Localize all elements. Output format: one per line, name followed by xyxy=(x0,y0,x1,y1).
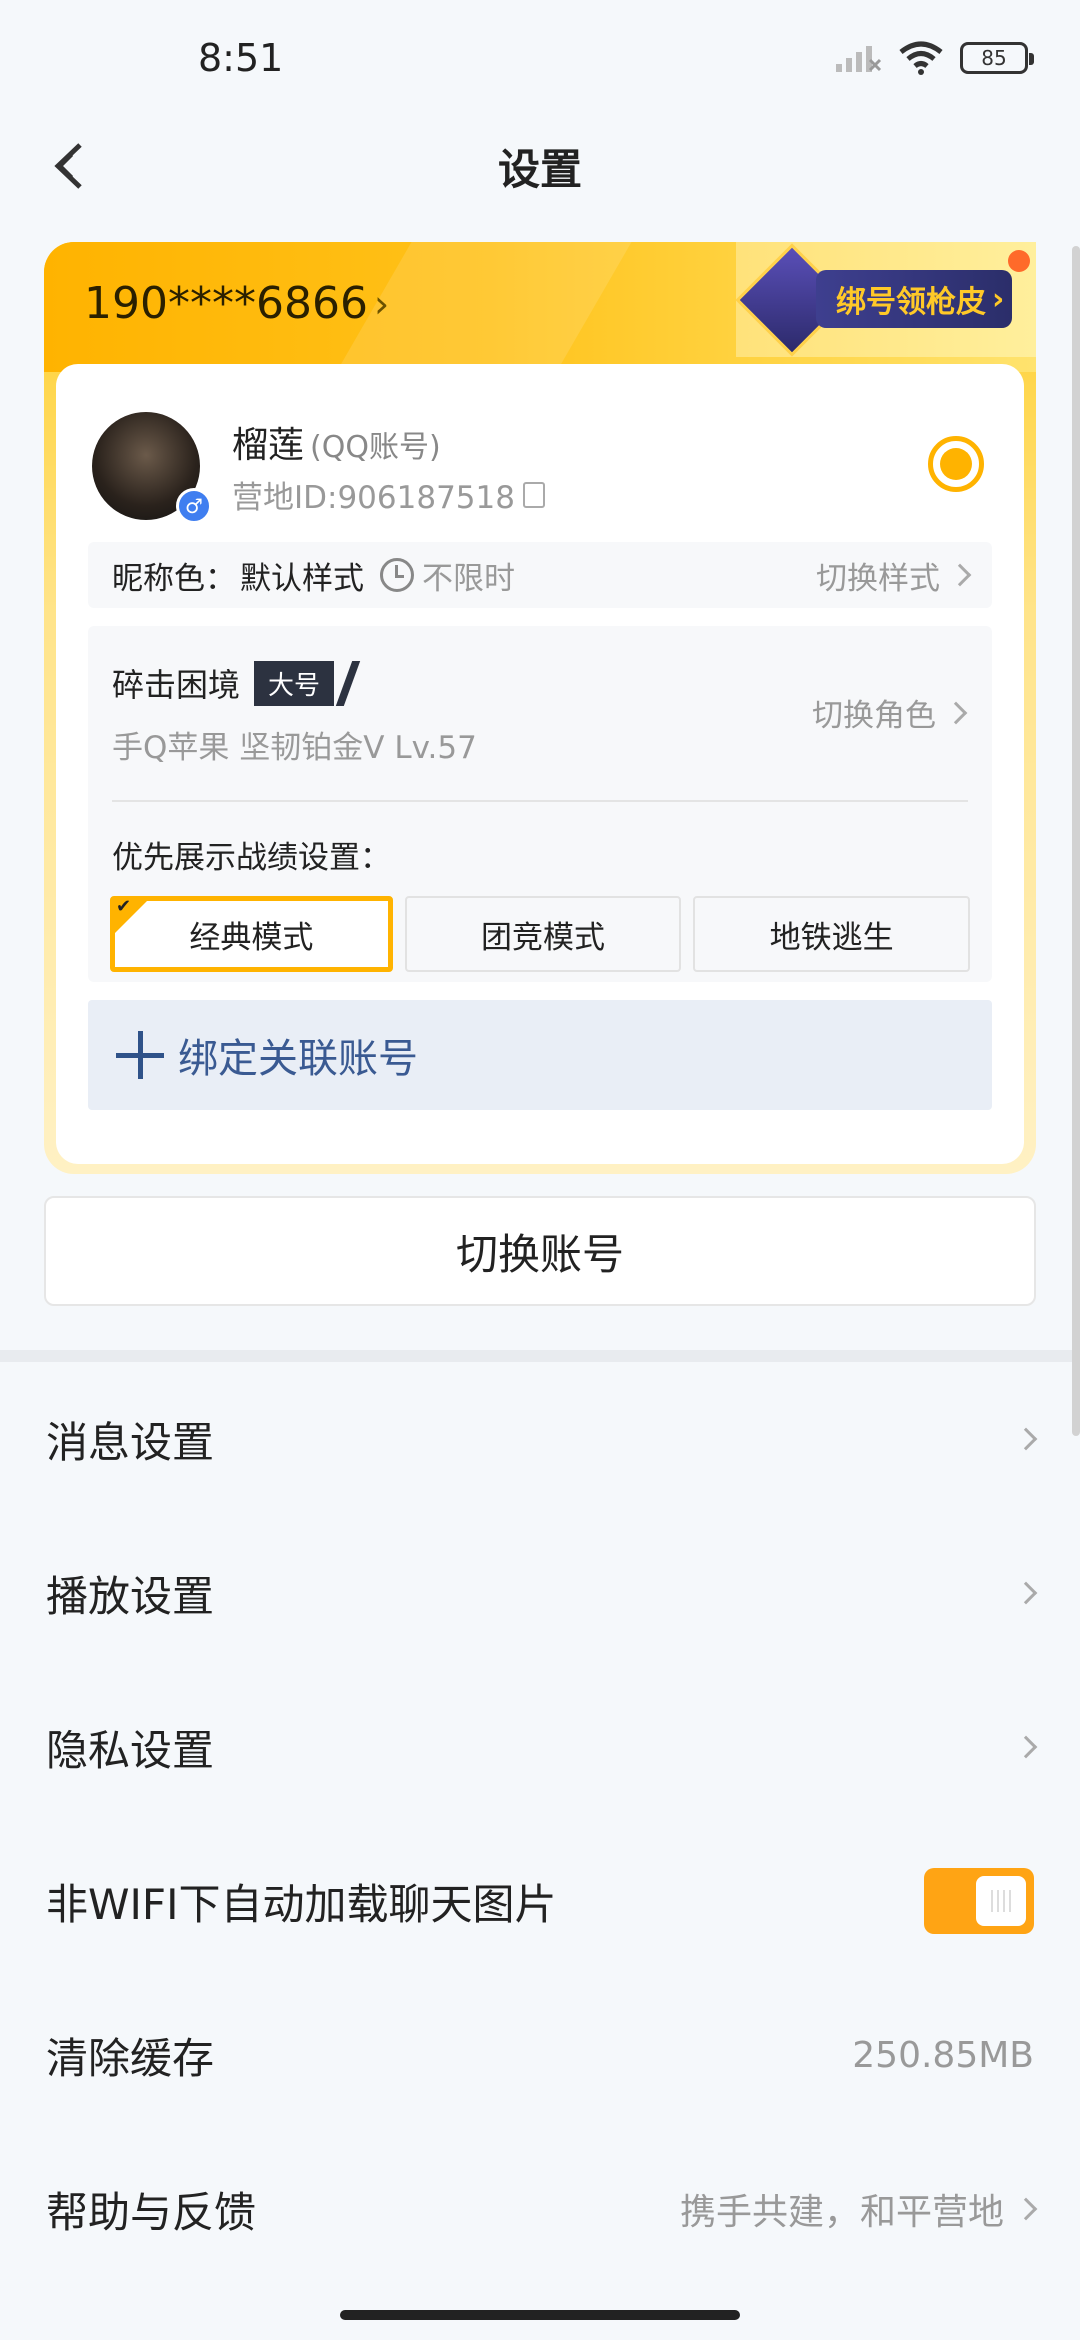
chevron-right-icon: › xyxy=(992,281,1005,317)
mode-classic-button[interactable]: 经典模式 xyxy=(110,896,393,972)
bind-promo-button[interactable]: 绑号领枪皮 › xyxy=(816,270,1012,328)
mode-label: 团竞模式 xyxy=(481,919,605,956)
mode-selector: 经典模式 团竞模式 地铁逃生 xyxy=(110,896,971,972)
check-icon xyxy=(112,898,150,936)
phone-number-link[interactable]: 190****6866 › xyxy=(84,278,389,329)
nick-color-row: 昵称色： 默认样式 不限时 切换样式 xyxy=(88,542,992,608)
switch-role-button[interactable]: 切换角色 xyxy=(812,690,968,735)
status-time: 8:51 xyxy=(198,36,284,80)
bind-account-label: 绑定关联账号 xyxy=(178,1036,418,1082)
settings-item-label: 非WIFI下自动加载聊天图片 xyxy=(46,1879,557,1929)
account-type: (QQ账号) xyxy=(310,430,441,465)
settings-item-label: 帮助与反馈 xyxy=(46,2187,257,2237)
bind-promo-banner[interactable]: 绑号领枪皮 › xyxy=(735,242,1036,357)
mode-team-button[interactable]: 团竞模式 xyxy=(404,896,682,972)
switch-style-label: 切换样式 xyxy=(816,560,940,597)
notification-dot xyxy=(1008,250,1030,272)
status-icons: 85 xyxy=(834,40,1034,76)
switch-style-button[interactable]: 切换样式 xyxy=(816,553,972,598)
role-meta: 手Q苹果 坚韧铂金V Lv.57 xyxy=(112,730,477,766)
header: 设置 xyxy=(0,126,1080,206)
chevron-right-icon xyxy=(1014,2197,1038,2221)
settings-item-clear-cache[interactable]: 清除缓存 250.85MB xyxy=(0,1978,1080,2132)
wifi-icon xyxy=(899,41,943,75)
user-name: 榴莲 xyxy=(232,425,305,466)
switch-role-label: 切换角色 xyxy=(812,698,936,734)
gender-male-icon: ♂ xyxy=(176,488,212,524)
divider xyxy=(112,800,968,802)
nick-color-label: 昵称色： xyxy=(112,560,236,597)
mode-label: 经典模式 xyxy=(189,919,314,956)
performance-label: 优先展示战绩设置： xyxy=(112,840,391,876)
settings-item-playback[interactable]: 播放设置 xyxy=(0,1516,1080,1670)
chevron-right-icon xyxy=(948,563,972,587)
home-indicator[interactable] xyxy=(340,2310,740,2320)
toggle-knob xyxy=(976,1876,1026,1926)
plus-icon xyxy=(116,1031,164,1079)
account-selected-radio[interactable] xyxy=(928,436,984,492)
cache-size: 250.85MB xyxy=(852,2034,1034,2076)
mode-label: 地铁逃生 xyxy=(769,919,894,956)
settings-item-label: 隐私设置 xyxy=(46,1725,215,1775)
settings-item-label: 消息设置 xyxy=(46,1417,215,1467)
nick-color-value: 默认样式 xyxy=(240,560,364,597)
account-card-body: ♂ 榴莲 (QQ账号) 营地ID:906187518 昵称色： 默认样式 不限时 … xyxy=(56,364,1024,1164)
status-bar: 8:51 85 xyxy=(0,0,1080,126)
role-name-row: 碎击困境 大号 xyxy=(112,660,335,706)
page-title: 设置 xyxy=(497,145,582,194)
settings-item-privacy[interactable]: 隐私设置 xyxy=(0,1670,1080,1824)
settings-item-help[interactable]: 帮助与反馈 携手共建，和平营地 xyxy=(0,2132,1080,2286)
settings-list: 消息设置 播放设置 隐私设置 非WIFI下自动加载聊天图片 清除缓存 250.8… xyxy=(0,1362,1080,2286)
signal-icon xyxy=(836,46,882,72)
chevron-right-icon xyxy=(1014,1735,1038,1759)
bind-promo-label: 绑号领枪皮 xyxy=(836,285,986,320)
chevron-right-icon xyxy=(944,701,968,724)
clock-icon xyxy=(380,558,414,592)
user-name-row: 榴莲 (QQ账号) xyxy=(232,416,441,468)
phone-number: 190****6866 xyxy=(84,278,368,329)
switch-account-button[interactable]: 切换账号 xyxy=(44,1196,1036,1306)
settings-item-auto-load-images: 非WIFI下自动加载聊天图片 xyxy=(0,1824,1080,1978)
bind-account-button[interactable]: 绑定关联账号 xyxy=(88,1000,992,1110)
section-divider xyxy=(0,1350,1080,1362)
settings-item-message[interactable]: 消息设置 xyxy=(0,1362,1080,1516)
nick-color-time: 不限时 xyxy=(422,560,515,597)
settings-item-label: 清除缓存 xyxy=(46,2033,215,2083)
mode-metro-button[interactable]: 地铁逃生 xyxy=(693,896,971,972)
role-tag: 大号 xyxy=(254,660,335,706)
help-subtitle: 携手共建，和平营地 xyxy=(679,2192,1004,2233)
copy-icon[interactable] xyxy=(522,481,545,508)
settings-item-label: 播放设置 xyxy=(46,1571,215,1621)
account-card: 190****6866 › 绑号领枪皮 › ♂ 榴莲 (QQ账号) 营地ID:90… xyxy=(44,242,1036,1174)
role-name: 碎击困境 xyxy=(112,666,241,704)
role-block: 碎击困境 大号 手Q苹果 坚韧铂金V Lv.57 切换角色 优先展示战绩设置： … xyxy=(88,626,992,982)
scrollbar[interactable] xyxy=(1072,246,1080,1436)
camp-id: 营地ID:906187518 xyxy=(232,480,515,516)
battery-icon: 85 xyxy=(960,42,1034,74)
chevron-right-icon: › xyxy=(373,281,390,326)
camp-id-row: 营地ID:906187518 xyxy=(232,472,545,517)
chevron-right-icon xyxy=(1014,1581,1038,1605)
auto-load-images-toggle[interactable] xyxy=(924,1868,1034,1934)
chevron-right-icon xyxy=(1014,1427,1038,1451)
